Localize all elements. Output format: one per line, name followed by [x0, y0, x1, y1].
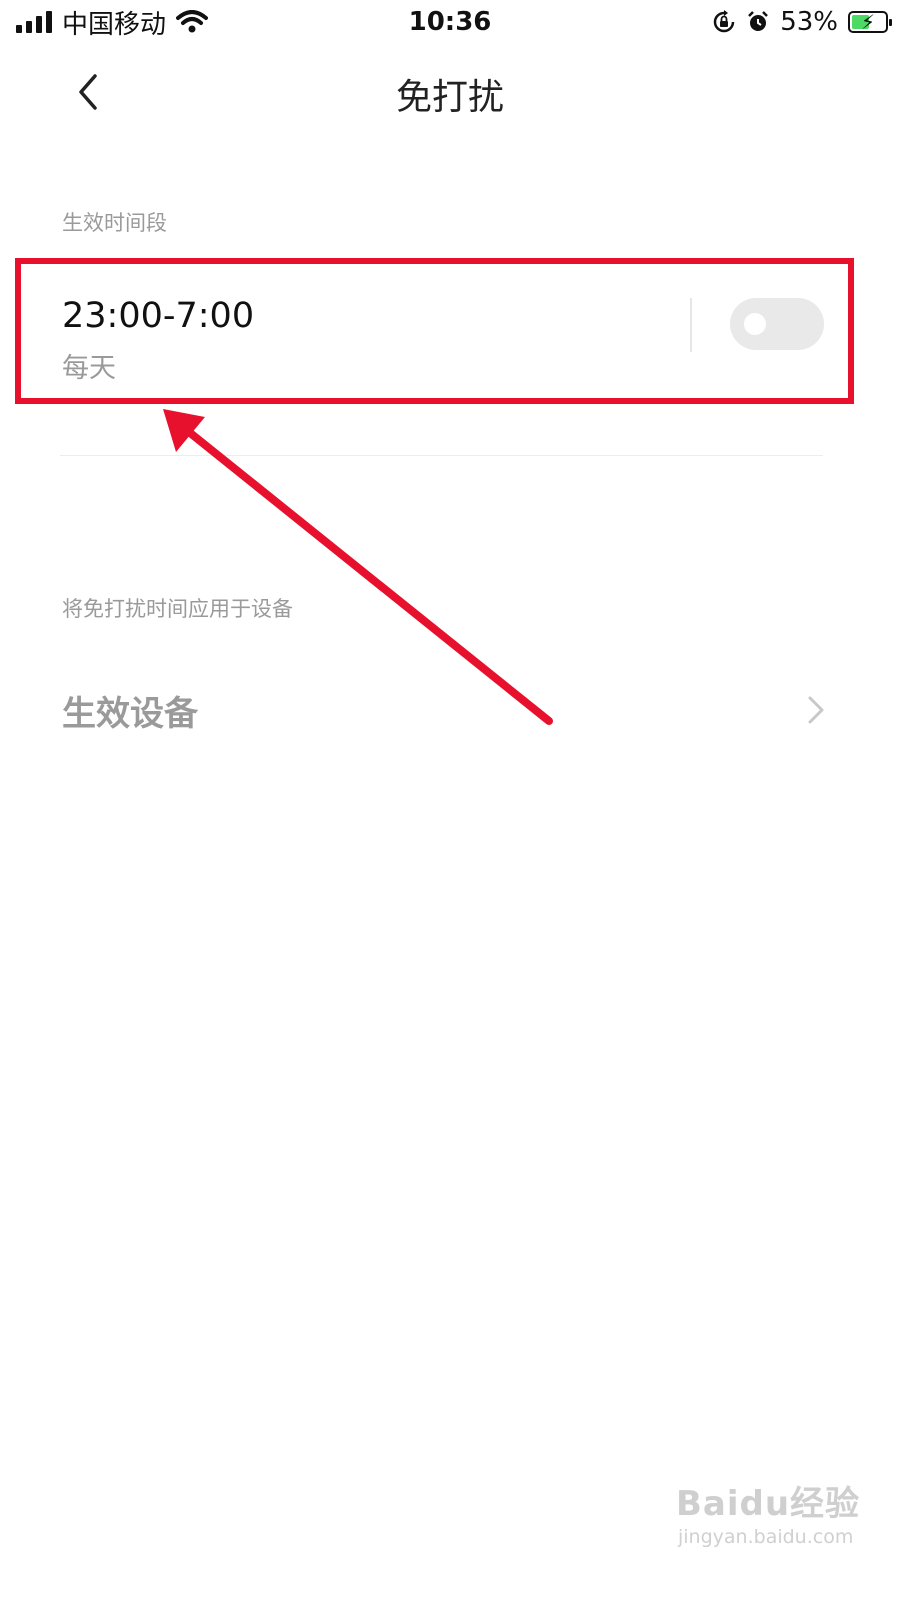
- arrow-head: [163, 409, 205, 452]
- annotation-arrow: [163, 409, 553, 725]
- effective-devices-item[interactable]: 生效设备: [40, 670, 850, 750]
- status-bar: 中国移动 10:36 53% ⚡: [0, 0, 900, 44]
- alarm-icon: [748, 11, 769, 31]
- back-button[interactable]: [60, 64, 116, 120]
- carrier-name: 中国移动: [62, 9, 167, 40]
- watermark-logo: Baidu经验: [676, 1484, 861, 1524]
- status-bar-right: 53% ⚡: [712, 7, 900, 37]
- signal-icon: [16, 11, 52, 33]
- schedule-section-label: 生效时间段: [62, 211, 167, 235]
- page-title: 免打扰: [395, 77, 504, 118]
- chevron-left-icon: [79, 74, 97, 110]
- time-range: 23:00-7:00: [62, 296, 255, 336]
- battery-charging-icon: ⚡: [848, 10, 892, 34]
- watermark: Baidu经验 jingyan.baidu.com: [676, 1468, 876, 1568]
- toggle-knob: [744, 313, 766, 335]
- devices-section-label: 将免打扰时间应用于设备: [62, 597, 293, 621]
- chevron-right-icon: [808, 696, 824, 724]
- schedule-toggle[interactable]: [730, 298, 824, 350]
- nav-bar: 免打扰: [0, 56, 900, 126]
- divider: [60, 455, 823, 456]
- watermark-url: jingyan.baidu.com: [678, 1526, 854, 1548]
- rotation-lock-icon: [713, 10, 735, 33]
- divider: [690, 298, 692, 352]
- schedule-item[interactable]: 23:00-7:00 每天: [20, 262, 850, 402]
- status-bar-left: 中国移动: [0, 4, 209, 41]
- effective-devices-label: 生效设备: [62, 694, 198, 734]
- repeat-label: 每天: [62, 353, 116, 384]
- battery-percent: 53%: [780, 7, 838, 37]
- wifi-icon: [176, 10, 209, 33]
